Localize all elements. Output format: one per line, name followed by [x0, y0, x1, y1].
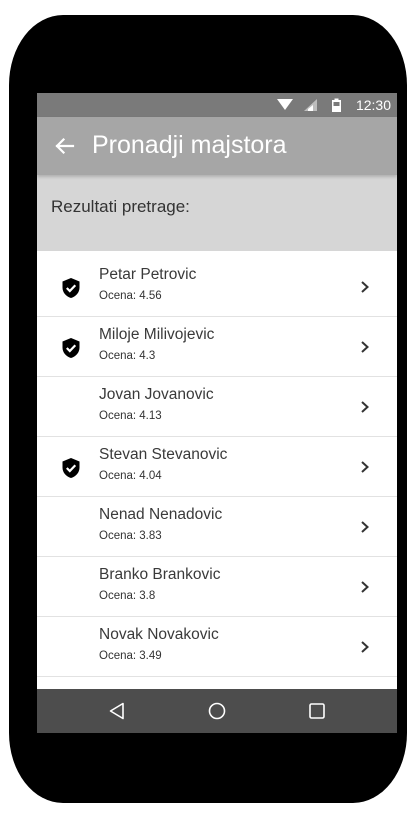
list-item-rating: Ocena: 3.83	[99, 530, 162, 542]
chevron-right-icon	[361, 341, 369, 353]
chevron-right-icon	[361, 641, 369, 653]
wifi-icon	[277, 99, 293, 110]
list-item[interactable]: Branko Brankovic Ocena: 3.8	[37, 557, 397, 617]
battery-icon	[332, 98, 341, 112]
list-item-rating: Ocena: 3.8	[99, 590, 156, 602]
chevron-right-icon	[361, 281, 369, 293]
list-item[interactable]: Stevan Stevanovic Ocena: 4.04	[37, 437, 397, 497]
list-item-rating: Ocena: 4.04	[99, 470, 162, 482]
status-bar: 12:30	[37, 93, 397, 117]
list-item[interactable]: Miloje Milivojevic Ocena: 4.3	[37, 317, 397, 377]
recents-square-icon	[309, 703, 325, 719]
back-triangle-icon	[109, 702, 124, 720]
status-time: 12:30	[355, 97, 391, 113]
list-item-name: Nenad Nenadovic	[99, 506, 223, 523]
results-header: Rezultati pretrage:	[37, 175, 397, 251]
app-bar: Pronadji majstora	[37, 117, 397, 175]
list-item-rating: Ocena: 4.3	[99, 350, 156, 362]
verified-shield-icon	[62, 278, 80, 298]
list-item-name: Novak Novakovic	[99, 626, 219, 643]
nav-back-button[interactable]	[105, 699, 129, 723]
nav-home-button[interactable]	[205, 699, 229, 723]
chevron-right-icon	[361, 581, 369, 593]
list-item[interactable]: Petar Petrovic Ocena: 4.56	[37, 257, 397, 317]
chevron-right-icon	[361, 461, 369, 473]
results-header-label: Rezultati pretrage:	[51, 197, 190, 216]
list-item[interactable]: Novak Novakovic Ocena: 3.49	[37, 617, 397, 677]
back-button[interactable]	[49, 130, 81, 162]
list-item-name: Miloje Milivojevic	[99, 326, 215, 343]
list-item-name: Jovan Jovanovic	[99, 386, 214, 403]
list-item-name: Petar Petrovic	[99, 266, 197, 283]
results-list: Petar Petrovic Ocena: 4.56 Miloje Milivo…	[37, 257, 397, 689]
nav-recents-button[interactable]	[305, 699, 329, 723]
arrow-left-icon	[55, 137, 75, 155]
list-item-name: Stevan Stevanovic	[99, 446, 228, 463]
list-item-rating: Ocena: 4.13	[99, 410, 162, 422]
status-icons	[277, 98, 341, 112]
list-item[interactable]: Nenad Nenadovic Ocena: 3.83	[37, 497, 397, 557]
signal-icon	[304, 99, 317, 111]
home-circle-icon	[208, 702, 226, 720]
chevron-right-icon	[361, 521, 369, 533]
chevron-right-icon	[361, 401, 369, 413]
phone-frame: 12:30 Pronadji majstora Rezultati pretra…	[9, 15, 407, 803]
verified-shield-icon	[62, 458, 80, 478]
system-nav-bar	[37, 689, 397, 733]
page-title: Pronadji majstora	[92, 131, 287, 159]
verified-shield-icon	[62, 338, 80, 358]
list-item-rating: Ocena: 4.56	[99, 290, 162, 302]
list-item[interactable]: Jovan Jovanovic Ocena: 4.13	[37, 377, 397, 437]
list-item-name: Branko Brankovic	[99, 566, 221, 583]
screen: 12:30 Pronadji majstora Rezultati pretra…	[37, 93, 397, 733]
list-item-rating: Ocena: 3.49	[99, 650, 162, 662]
